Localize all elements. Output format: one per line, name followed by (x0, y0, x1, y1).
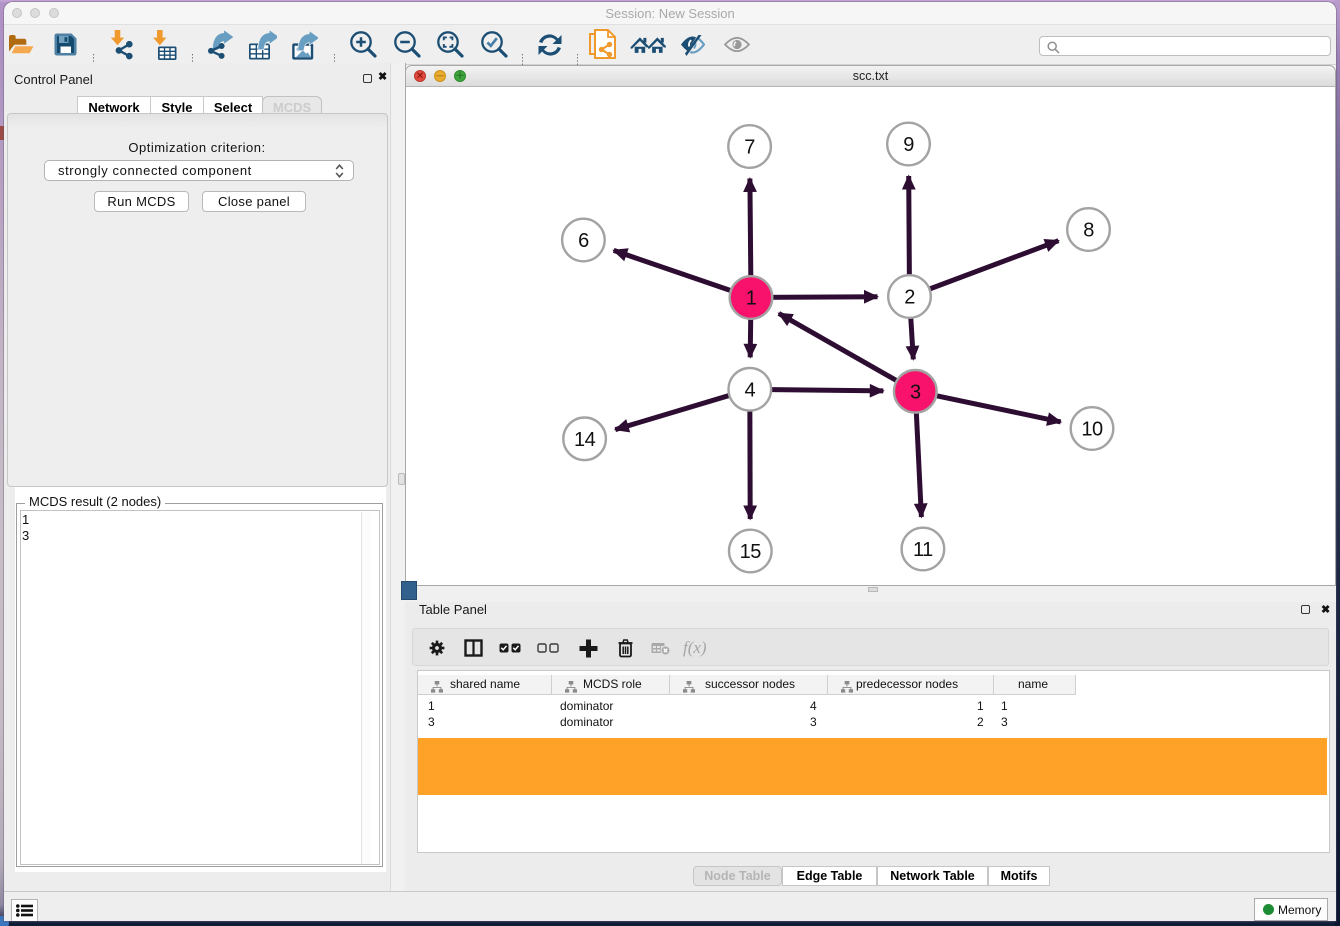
svg-text:3: 3 (910, 382, 921, 404)
svg-text:6: 6 (578, 230, 589, 252)
svg-text:1: 1 (746, 288, 757, 310)
svg-text:f(x): f(x) (683, 639, 707, 657)
svg-text:11: 11 (913, 539, 933, 561)
svg-text:7: 7 (744, 137, 755, 159)
svg-text:10: 10 (1081, 419, 1103, 441)
svg-text:8: 8 (1083, 220, 1094, 242)
svg-text:14: 14 (574, 429, 596, 451)
svg-text:15: 15 (740, 541, 762, 563)
svg-text:2: 2 (904, 287, 915, 309)
svg-text:4: 4 (744, 380, 755, 402)
svg-text:9: 9 (903, 134, 914, 156)
